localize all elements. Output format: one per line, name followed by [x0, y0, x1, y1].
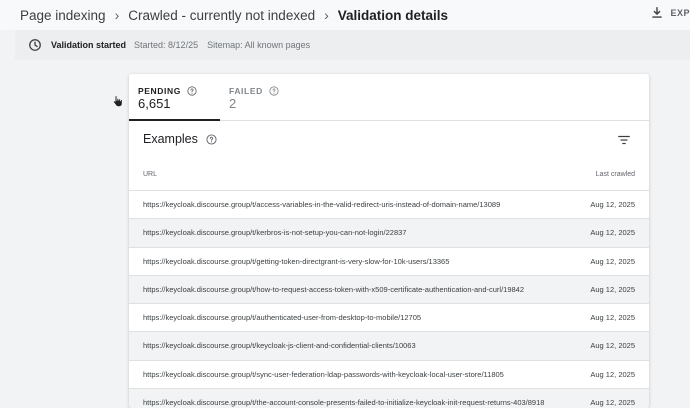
column-header-last-crawled[interactable]: Last crawled: [596, 171, 635, 178]
status-tabs: PENDING 6,651 FAILED 2: [129, 74, 649, 121]
row-url: https://keycloak.discourse.group/t/the-a…: [143, 398, 545, 408]
hand-pointer-icon: [113, 95, 123, 107]
validation-details-card: PENDING 6,651 FAILED 2 Examples URL Last…: [129, 74, 649, 408]
table-row[interactable]: https://keycloak.discourse.group/t/keycl…: [129, 332, 649, 361]
examples-title: Examples: [143, 132, 198, 146]
export-button[interactable]: EXP: [650, 6, 690, 20]
header-bar: Page indexing › Crawled - currently not …: [0, 0, 690, 30]
help-circle-icon[interactable]: [187, 86, 197, 96]
table-row[interactable]: https://keycloak.discourse.group/t/authe…: [129, 304, 649, 333]
download-icon: [652, 7, 663, 18]
row-url: https://keycloak.discourse.group/t/how-t…: [143, 284, 525, 294]
row-last-crawled: Aug 12, 2025: [590, 398, 635, 408]
row-last-crawled: Aug 12, 2025: [590, 313, 635, 323]
breadcrumb: Page indexing › Crawled - currently not …: [0, 7, 448, 23]
row-url: https://keycloak.discourse.group/t/authe…: [143, 313, 422, 323]
row-url: https://keycloak.discourse.group/t/keycl…: [143, 341, 416, 351]
row-last-crawled: Aug 12, 2025: [590, 284, 635, 294]
row-url: https://keycloak.discourse.group/t/sync-…: [143, 369, 504, 379]
tab-pending-count: 6,651: [138, 96, 171, 111]
row-url: https://keycloak.discourse.group/t/acces…: [143, 200, 501, 209]
row-url: https://keycloak.discourse.group/t/getti…: [143, 256, 450, 266]
tab-pending[interactable]: PENDING 6,651: [129, 74, 220, 121]
tab-failed-count: 2: [229, 96, 237, 111]
column-header-url[interactable]: URL: [143, 171, 157, 178]
validation-title: Validation started: [51, 40, 127, 50]
table-row[interactable]: https://keycloak.discourse.group/t/how-t…: [129, 275, 649, 305]
row-last-crawled: Aug 12, 2025: [590, 256, 635, 266]
table-header: URL Last crawled: [129, 166, 649, 191]
chevron-right-icon: ›: [324, 7, 329, 23]
help-circle-icon[interactable]: [269, 86, 279, 96]
table-row[interactable]: https://keycloak.discourse.group/t/the-a…: [129, 389, 649, 408]
row-last-crawled: Aug 12, 2025: [590, 341, 635, 351]
table-body: https://keycloak.discourse.group/t/acces…: [129, 191, 649, 408]
filter-icon[interactable]: [617, 133, 631, 147]
validation-sitemap: Sitemap: All known pages: [207, 40, 311, 50]
table-row[interactable]: https://keycloak.discourse.group/t/kerbr…: [129, 219, 649, 248]
export-label: EXP: [670, 8, 690, 18]
breadcrumb-crawled-not-indexed[interactable]: Crawled - currently not indexed: [128, 8, 315, 23]
row-url: https://keycloak.discourse.group/t/kerbr…: [143, 228, 407, 238]
table-row[interactable]: https://keycloak.discourse.group/t/acces…: [129, 191, 649, 220]
row-last-crawled: Aug 12, 2025: [590, 200, 635, 209]
tab-failed-label: FAILED: [229, 86, 263, 96]
tab-pending-label: PENDING: [138, 86, 181, 96]
help-circle-icon[interactable]: [206, 133, 217, 145]
examples-header: Examples: [129, 121, 649, 166]
chevron-right-icon: ›: [114, 7, 120, 23]
table-row[interactable]: https://keycloak.discourse.group/t/getti…: [129, 248, 649, 276]
breadcrumb-page-indexing[interactable]: Page indexing: [20, 8, 106, 23]
row-last-crawled: Aug 12, 2025: [590, 369, 635, 379]
row-last-crawled: Aug 12, 2025: [590, 228, 635, 238]
clock-icon: [29, 39, 41, 51]
validation-started-date: Started: 8/12/25: [134, 40, 199, 50]
page-title: Validation details: [337, 7, 449, 23]
table-row[interactable]: https://keycloak.discourse.group/t/sync-…: [129, 361, 649, 390]
validation-status-bar: Validation started Started: 8/12/25 Site…: [15, 30, 690, 60]
tab-failed[interactable]: FAILED 2: [220, 74, 311, 120]
